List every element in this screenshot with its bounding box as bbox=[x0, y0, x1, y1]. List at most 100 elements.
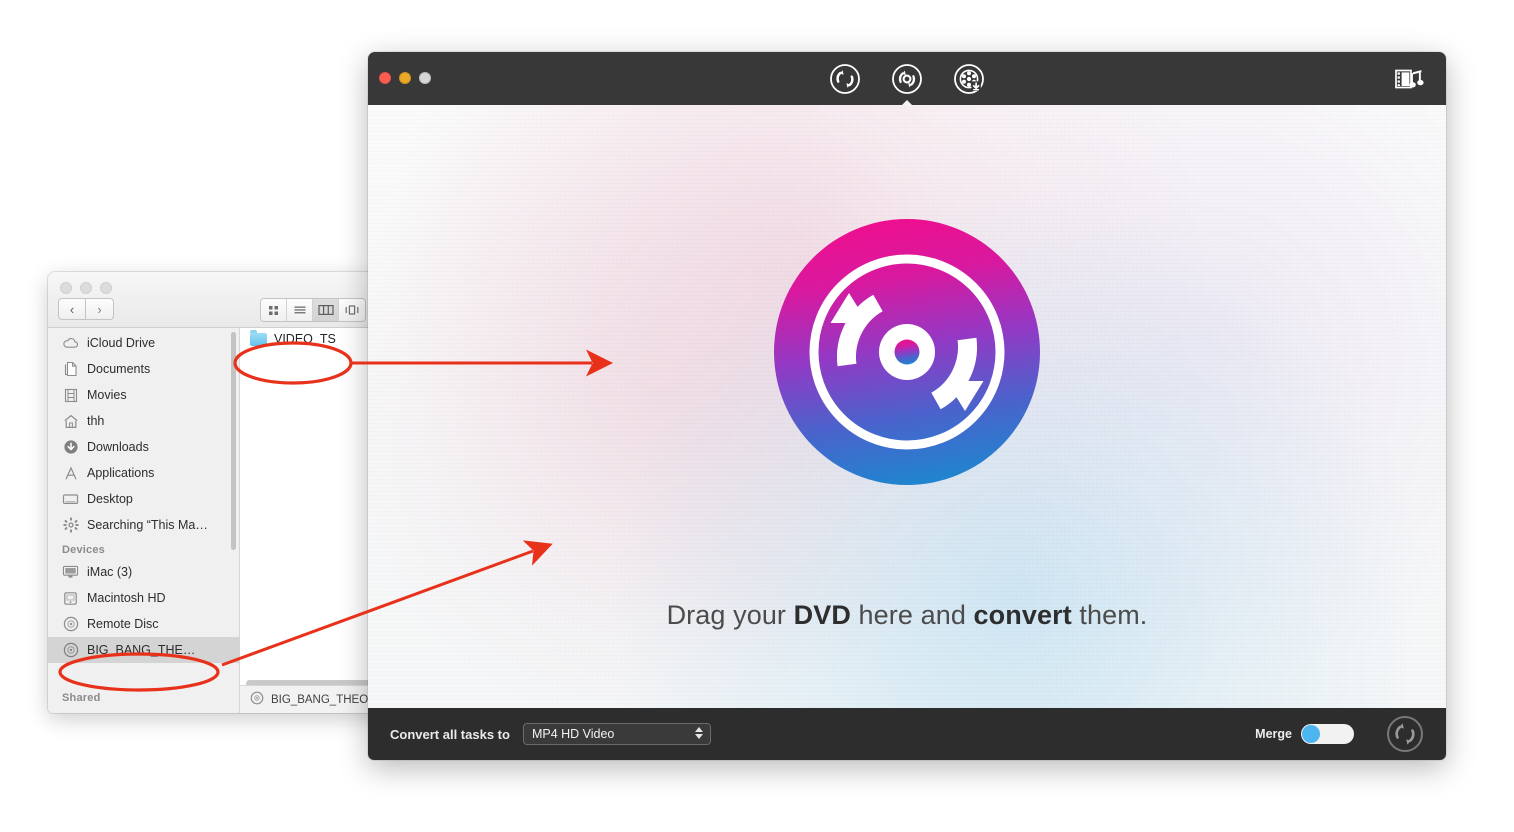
sidebar-item-macintosh-hd[interactable]: Macintosh HD bbox=[48, 585, 239, 611]
app-titlebar bbox=[368, 52, 1446, 107]
sidebar-item-label: Applications bbox=[87, 466, 155, 480]
finder-minimize-icon[interactable] bbox=[80, 282, 92, 294]
dvd-converter-window[interactable]: Drag your DVD here and convert them. Con… bbox=[368, 52, 1446, 760]
sidebar-item-label: Documents bbox=[87, 362, 151, 376]
sidebar-item-searching-this-mac[interactable]: Searching “This Ma… bbox=[48, 512, 239, 538]
icon-view-button[interactable] bbox=[261, 299, 287, 321]
output-format-select[interactable]: MP4 HD Video bbox=[522, 723, 711, 745]
applications-icon bbox=[62, 465, 79, 482]
sidebar-item-label: Remote Disc bbox=[87, 617, 159, 631]
folder-icon bbox=[250, 329, 267, 346]
finder-sidebar[interactable]: iCloud Drive Documents Movies thh Downlo… bbox=[48, 328, 240, 713]
tab-convert[interactable] bbox=[828, 62, 862, 96]
app-drop-area[interactable]: Drag your DVD here and convert them. bbox=[368, 105, 1446, 708]
finder-window[interactable]: ‹ › iCloud Drive Documents Movies thh Do… bbox=[48, 272, 388, 713]
merge-control[interactable]: Merge bbox=[1255, 724, 1354, 744]
drop-text-dvd: DVD bbox=[793, 600, 851, 630]
desktop-icon bbox=[62, 491, 79, 508]
merge-toggle[interactable] bbox=[1301, 724, 1354, 744]
chevron-down-icon bbox=[694, 734, 703, 739]
home-icon bbox=[62, 413, 79, 430]
downloads-icon bbox=[62, 439, 79, 456]
disc-icon bbox=[250, 691, 264, 708]
convert-start-button[interactable] bbox=[1386, 715, 1424, 753]
finder-zoom-icon[interactable] bbox=[100, 282, 112, 294]
back-button[interactable]: ‹ bbox=[58, 298, 86, 320]
drop-text-convert: convert bbox=[973, 600, 1072, 630]
disc-icon bbox=[62, 642, 79, 659]
view-mode-group[interactable] bbox=[260, 298, 366, 322]
media-library-button[interactable] bbox=[1392, 64, 1426, 94]
film-music-icon bbox=[1395, 69, 1424, 89]
sidebar-item-label: Macintosh HD bbox=[87, 591, 166, 605]
convert-arrows-icon bbox=[830, 63, 860, 94]
sidebar-group-shared: Shared bbox=[62, 692, 101, 704]
documents-icon bbox=[62, 361, 79, 378]
finder-nav-buttons[interactable]: ‹ › bbox=[58, 298, 114, 320]
app-footer-bar: Convert all tasks to MP4 HD Video Merge bbox=[368, 708, 1446, 760]
drop-text-middle: here and bbox=[850, 600, 974, 630]
output-format-value: MP4 HD Video bbox=[531, 727, 615, 741]
sidebar-scrollbar[interactable] bbox=[231, 332, 236, 550]
sidebar-item-movies[interactable]: Movies bbox=[48, 382, 239, 408]
sidebar-item-label: Downloads bbox=[87, 440, 149, 454]
sidebar-item-home[interactable]: thh bbox=[48, 408, 239, 434]
grid-icon bbox=[269, 305, 278, 315]
finder-close-icon[interactable] bbox=[60, 282, 72, 294]
finder-file-list[interactable]: VIDEO_TS bbox=[240, 328, 388, 713]
toggle-knob bbox=[1302, 725, 1320, 743]
icloud-icon bbox=[62, 335, 79, 352]
list-view-button[interactable] bbox=[287, 299, 313, 321]
sidebar-item-label: Movies bbox=[87, 388, 127, 402]
sidebar-item-big-bang-theory-disc[interactable]: BIG_BANG_THE… bbox=[48, 637, 239, 663]
sidebar-item-imac[interactable]: iMac (3) bbox=[48, 559, 239, 585]
dvd-rip-icon bbox=[892, 63, 922, 94]
sidebar-item-label: iMac (3) bbox=[87, 565, 133, 579]
finder-toolbar: ‹ › bbox=[48, 272, 388, 328]
gear-icon bbox=[62, 517, 79, 534]
file-name: VIDEO_TS bbox=[274, 332, 336, 346]
sidebar-item-label: Desktop bbox=[87, 492, 133, 506]
list-icon bbox=[294, 306, 305, 313]
finder-path-bar: BIG_BANG_THEOR bbox=[240, 685, 388, 713]
stepper-arrows-icon[interactable] bbox=[694, 727, 703, 739]
list-item[interactable]: VIDEO_TS bbox=[240, 328, 388, 350]
dvd-converter-logo bbox=[774, 219, 1040, 485]
sidebar-item-remote-disc[interactable]: Remote Disc bbox=[48, 611, 239, 637]
film-download-icon bbox=[954, 63, 984, 94]
sidebar-item-label: thh bbox=[87, 414, 105, 428]
sidebar-item-label: Searching “This Ma… bbox=[87, 518, 208, 532]
path-bar-label: BIG_BANG_THEOR bbox=[271, 693, 377, 706]
sidebar-item-downloads[interactable]: Downloads bbox=[48, 434, 239, 460]
convert-all-tasks-label: Convert all tasks to bbox=[390, 726, 510, 742]
convert-arrows-icon bbox=[1387, 716, 1423, 752]
sidebar-item-icloud-drive[interactable]: iCloud Drive bbox=[48, 330, 239, 356]
merge-label: Merge bbox=[1255, 727, 1292, 741]
drop-instruction-text: Drag your DVD here and convert them. bbox=[368, 600, 1446, 631]
sidebar-group-devices: Devices bbox=[62, 544, 105, 556]
movies-icon bbox=[62, 387, 79, 404]
drop-text-suffix: them. bbox=[1071, 600, 1148, 630]
finder-traffic-lights[interactable] bbox=[60, 282, 112, 294]
forward-button[interactable]: › bbox=[86, 298, 114, 320]
columns-icon bbox=[317, 305, 334, 316]
sidebar-item-applications[interactable]: Applications bbox=[48, 460, 239, 486]
sidebar-group-shared-wrap: Shared bbox=[48, 686, 239, 713]
finder-body: iCloud Drive Documents Movies thh Downlo… bbox=[48, 328, 388, 713]
harddisk-icon bbox=[62, 590, 79, 607]
disc-icon bbox=[62, 616, 79, 633]
screenshot-root: ‹ › iCloud Drive Documents Movies thh Do… bbox=[0, 0, 1514, 832]
tab-download[interactable] bbox=[952, 62, 986, 96]
tab-dvd-ripper[interactable] bbox=[890, 62, 924, 107]
chevron-up-icon bbox=[694, 727, 703, 732]
sidebar-item-label: BIG_BANG_THE… bbox=[87, 643, 196, 657]
sidebar-item-label: iCloud Drive bbox=[87, 336, 156, 350]
sidebar-item-documents[interactable]: Documents bbox=[48, 356, 239, 382]
sidebar-item-desktop[interactable]: Desktop bbox=[48, 486, 239, 512]
imac-icon bbox=[62, 564, 79, 581]
coverflow-view-button[interactable] bbox=[339, 299, 365, 321]
drop-text-prefix: Drag your bbox=[666, 600, 794, 630]
coverflow-icon bbox=[345, 305, 359, 315]
app-tab-bar[interactable] bbox=[368, 52, 1446, 107]
column-view-button[interactable] bbox=[313, 299, 339, 321]
